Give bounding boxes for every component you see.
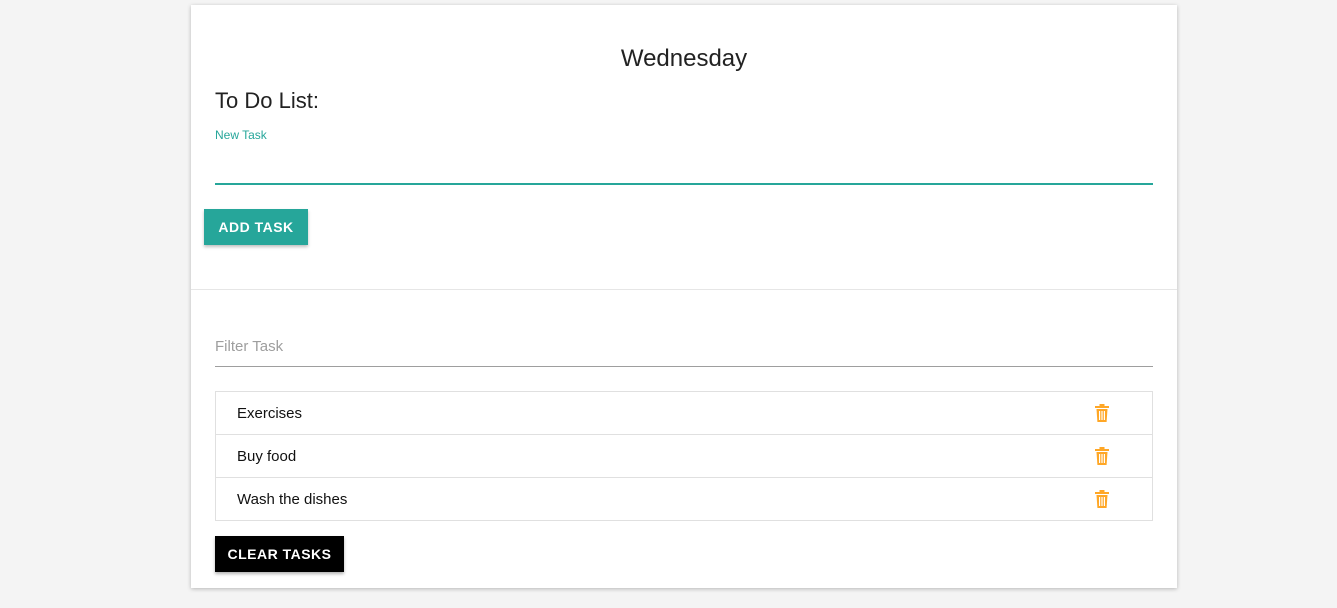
trash-icon[interactable]	[1094, 447, 1110, 465]
task-text: Buy food	[237, 448, 297, 465]
new-task-input[interactable]	[215, 145, 1153, 185]
task-item: Buy food	[216, 435, 1152, 478]
task-item: Wash the dishes	[216, 478, 1152, 520]
task-list: Exercises Buy food Wash the dishes	[215, 391, 1153, 521]
task-text: Wash the dishes	[237, 491, 348, 508]
day-title: Wednesday	[620, 45, 748, 72]
add-task-button[interactable]: ADD TASK	[204, 209, 308, 245]
section-divider	[191, 289, 1177, 290]
trash-icon[interactable]	[1094, 490, 1110, 508]
task-item: Exercises	[216, 392, 1152, 435]
list-heading: To Do List:	[215, 88, 319, 113]
trash-icon[interactable]	[1094, 404, 1110, 422]
new-task-label: New Task	[215, 128, 267, 142]
filter-task-input[interactable]	[215, 327, 1153, 367]
clear-tasks-button[interactable]: CLEAR TASKS	[215, 536, 344, 572]
task-text: Exercises	[237, 405, 303, 422]
todo-card: Wednesday To Do List: New Task ADD TASK …	[191, 5, 1177, 588]
